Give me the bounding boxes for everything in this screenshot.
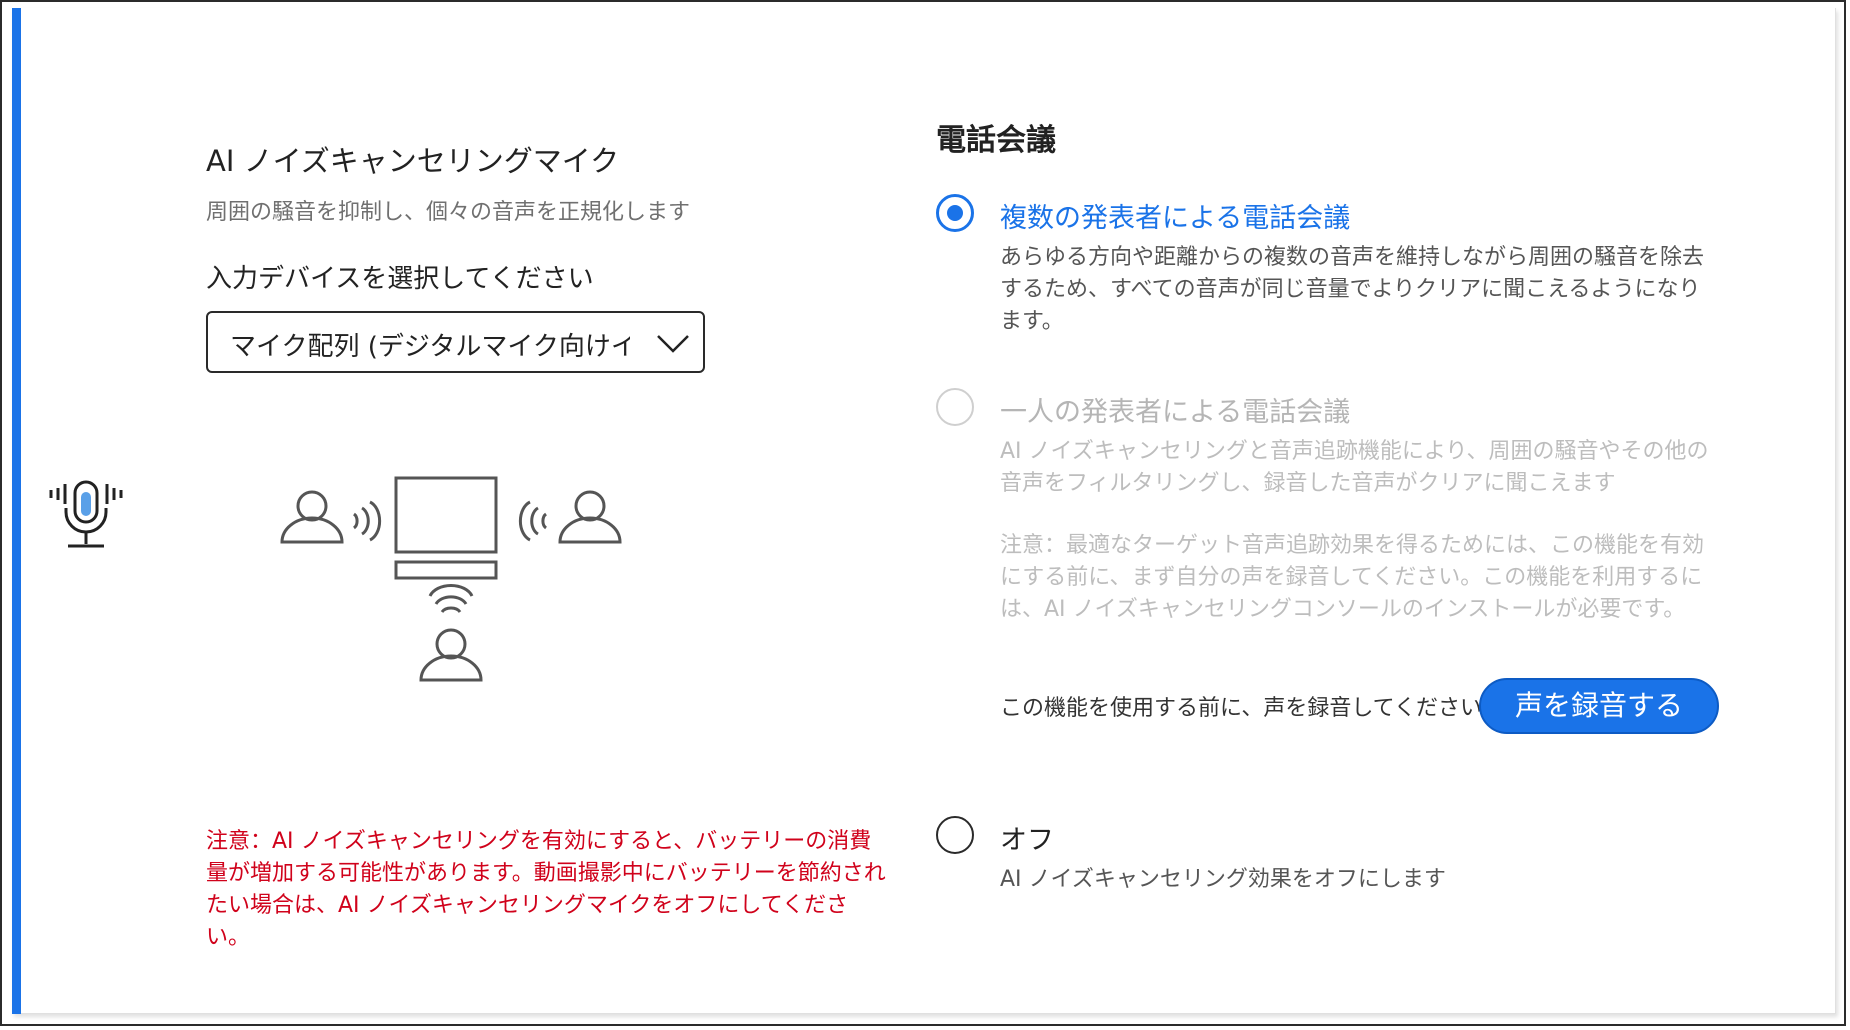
- input-device-dropdown[interactable]: マイク配列 (デジタルマイク向けインテル: [206, 311, 705, 373]
- conference-section-title: 電話会議: [936, 123, 1056, 158]
- accent-bar: [12, 8, 21, 1014]
- option-multi-speaker-description: あらゆる方向や距離からの複数の音声を維持しながら周囲の騒音を除去するため、すべて…: [1000, 245, 1705, 334]
- chevron-down-icon: [657, 335, 689, 353]
- right-sound-waves-icon: [518, 500, 548, 542]
- radio-single-speaker[interactable]: [936, 388, 974, 426]
- feature-title: AI ノイズキャンセリングマイク: [206, 144, 620, 178]
- input-device-value: マイク配列 (デジタルマイク向けインテル: [230, 332, 630, 362]
- record-voice-button[interactable]: 声を録音する: [1479, 678, 1719, 734]
- bottom-person-icon: [419, 628, 483, 682]
- input-device-label: 入力デバイスを選択してください: [206, 264, 594, 294]
- battery-warning: 注意：AI ノイズキャンセリングを有効にすると、バッテリーの消費量が増加する可能…: [206, 829, 886, 950]
- left-sound-waves-icon: [352, 500, 382, 542]
- option-off-label[interactable]: オフ: [1000, 818, 1054, 857]
- option-single-speaker-description: AI ノイズキャンセリングと音声追跡機能により、周囲の騒音やその他の音声をフィル…: [1000, 439, 1709, 496]
- right-person-icon: [558, 490, 622, 544]
- microphone-icon: [49, 480, 123, 548]
- record-voice-hint: この機能を使用する前に、声を録音してください: [1000, 696, 1483, 721]
- bottom-sound-waves-icon: [428, 584, 474, 614]
- option-single-speaker-label[interactable]: 一人の発表者による電話会議: [1000, 390, 1350, 429]
- option-off-description: AI ノイズキャンセリング効果をオフにします: [1000, 867, 1446, 892]
- laptop-screen: [394, 476, 498, 554]
- feature-description: 周囲の騒音を抑制し、個々の音声を正規化します: [206, 200, 691, 225]
- laptop-base: [394, 560, 498, 580]
- option-multi-speaker-label[interactable]: 複数の発表者による電話会議: [1000, 196, 1350, 235]
- option-single-speaker-note: 注意：最適なターゲット音声追跡効果を得るためには、この機能を有効にする前に、まず…: [1000, 533, 1705, 622]
- left-person-icon: [280, 490, 344, 544]
- radio-multi-speaker[interactable]: [936, 194, 974, 232]
- radio-off[interactable]: [936, 816, 974, 854]
- conference-illustration: [280, 476, 622, 682]
